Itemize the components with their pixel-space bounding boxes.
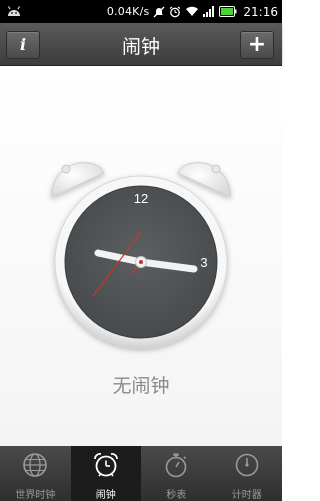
title-bar: i 闹钟 + [0, 23, 282, 66]
no-alarm-text: 无闹钟 [112, 375, 170, 397]
status-time: 21:16 [243, 4, 278, 19]
nav-label-timer: 计时器 [231, 490, 262, 501]
nav-item-world-clock[interactable]: 世界时钟 [0, 446, 71, 501]
bottom-nav: 世界时钟 闹钟 秒表 计时器 [0, 446, 282, 501]
status-bar: 0.04K/s 21:16 [0, 0, 282, 23]
alarm-clock-illustration: 12 3 [51, 162, 231, 349]
android-notification-icon [7, 6, 21, 16]
stopwatch-icon [165, 453, 187, 478]
alarm-status-icon [170, 6, 181, 17]
network-speed: 0.04K/s [106, 5, 150, 18]
nav-label-world-clock: 世界时钟 [15, 490, 56, 501]
nav-label-stopwatch: 秒表 [166, 490, 187, 501]
numeral-3: 3 [200, 255, 207, 270]
nav-item-stopwatch[interactable]: 秒表 [141, 446, 212, 501]
nav-label-alarm: 闹钟 [95, 490, 116, 501]
signal-icon [203, 6, 215, 17]
mute-icon [153, 6, 165, 17]
timer-icon [235, 453, 259, 477]
alarm-clock-icon [93, 453, 118, 477]
wifi-icon [186, 6, 199, 16]
globe-icon [23, 453, 48, 477]
add-alarm-button[interactable]: + [240, 31, 274, 59]
nav-item-alarm[interactable]: 闹钟 [70, 446, 141, 501]
battery-icon [219, 6, 237, 17]
main-content: 12 3 无闹钟 [0, 66, 282, 446]
nav-item-timer[interactable]: 计时器 [212, 446, 283, 501]
numeral-12: 12 [134, 191, 148, 206]
